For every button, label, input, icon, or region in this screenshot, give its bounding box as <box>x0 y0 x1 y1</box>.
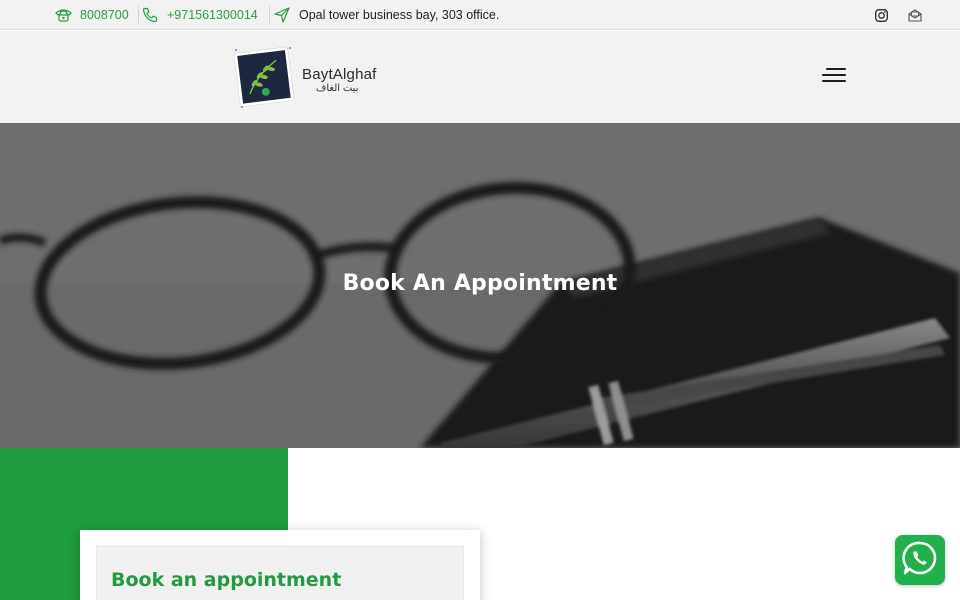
logo-icon[interactable] <box>232 44 295 110</box>
whatsapp-icon <box>901 539 939 582</box>
address-text: Opal tower business bay, 303 office. <box>299 8 500 22</box>
booking-card-title: Book an appointment <box>111 569 342 591</box>
phone-mobile-link[interactable]: +971561300014 <box>142 0 258 30</box>
hero-banner: Book An Appointment <box>0 123 960 448</box>
instagram-icon[interactable] <box>873 7 889 23</box>
site-header: BaytAlghaf بيت الغاف <box>0 31 960 123</box>
logo-arabic-name: بيت الغاف <box>316 83 359 94</box>
page-title: Book An Appointment <box>342 271 618 296</box>
location-arrow-icon <box>274 7 290 23</box>
logo-name[interactable]: BaytAlghaf <box>302 66 377 83</box>
booking-card-inner: Book an appointment <box>96 546 464 600</box>
phone-mobile-text: +971561300014 <box>167 8 258 22</box>
hamburger-menu-icon[interactable] <box>820 66 846 84</box>
booking-card: Book an appointment <box>80 530 480 600</box>
phone-short-link[interactable]: 8008700 <box>55 0 129 30</box>
phone-handset-icon <box>142 7 158 23</box>
telephone-icon <box>55 8 72 22</box>
top-bar: 8008700 +971561300014 Opal tower busines… <box>0 0 960 30</box>
divider <box>269 6 270 25</box>
email-icon[interactable] <box>907 7 923 23</box>
address-link[interactable]: Opal tower business bay, 303 office. <box>274 0 499 30</box>
whatsapp-button[interactable] <box>895 535 945 585</box>
divider <box>138 6 139 25</box>
phone-short-text: 8008700 <box>80 8 129 22</box>
